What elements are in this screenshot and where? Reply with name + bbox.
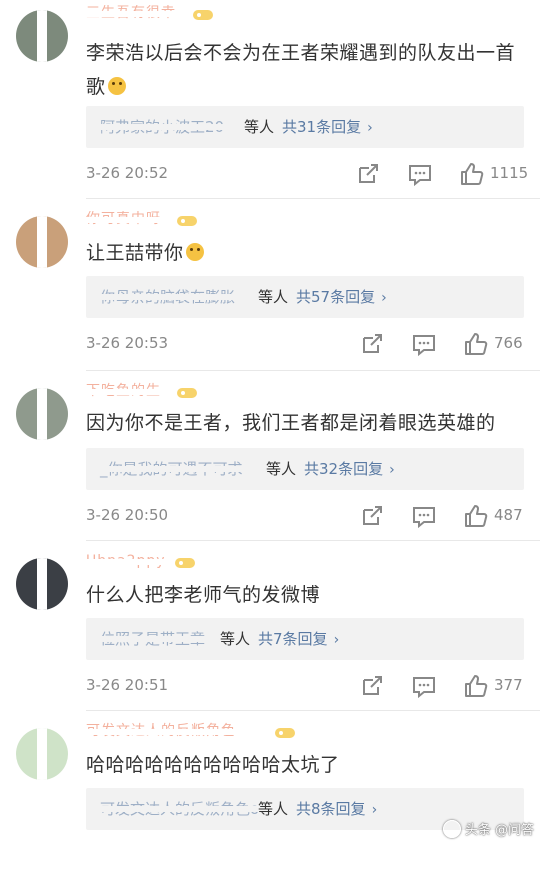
toutiao-logo-icon [442,819,461,838]
comment-item: Uhna2ppy 什么人把李老师气的发微博 位照子是带王章 等人共7条回复› 3… [0,550,540,720]
avatar[interactable] [16,216,68,268]
comment-meta: 3-26 20:53 766 [86,330,526,360]
comment-meta: 3-26 20:52 1115 [86,160,529,190]
reply-count-link[interactable]: 共57条回复 [296,288,375,306]
comment-text: 让王喆带你 [86,236,526,270]
chevron-right-icon: › [389,462,395,478]
reply-names: 可发文达人的反叛角色o [100,788,260,830]
share-icon[interactable] [358,330,386,358]
reply-count-link[interactable]: 共31条回复 [282,118,361,136]
reply-count-link[interactable]: 共32条回复 [304,460,383,478]
comment-meta: 3-26 20:50 487 [86,502,526,532]
like-count: 377 [494,676,523,694]
comment-meta: 3-26 20:51 377 [86,672,526,702]
like-count: 1115 [490,164,529,182]
like-icon[interactable] [458,160,486,188]
avatar[interactable] [16,558,68,610]
reply-names: 你母亲的脑袋在膨胀 [100,276,236,318]
reply-names: 阿弗家的小波工20 [100,106,225,148]
username[interactable]: 三生吾有很幸 [86,2,186,24]
username[interactable]: 可发文达人的反叛角色 [86,720,266,742]
reply-summary[interactable]: 阿弗家的小波工20 等人共31条回复› [86,106,524,148]
username[interactable]: Uhna2ppy [86,550,186,572]
comment-item: 三生吾有很幸 李荣浩以后会不会为在王者荣耀遇到的队友出一首歌 阿弗家的小波工20… [0,2,540,187]
like-icon[interactable] [462,502,490,530]
like-count: 487 [494,506,523,524]
like-icon[interactable] [462,330,490,358]
comment-item: 下吃鱼的生 因为你不是王者，我们王者都是闭着眼选英雄的 _你是我的可遇不可求 等… [0,380,540,550]
comment-item: 可发文达人的反叛角色 哈哈哈哈哈哈哈哈哈哈太坑了 可发文达人的反叛角色o 等人共… [0,720,540,890]
reply-count-link[interactable]: 共7条回复 [258,630,328,648]
avatar[interactable] [16,728,68,780]
share-icon[interactable] [358,672,386,700]
comment-text: 李荣浩以后会不会为在王者荣耀遇到的队友出一首歌 [86,42,516,98]
divider [86,370,540,371]
divider [86,710,540,711]
username[interactable]: 你可真中呀 [86,208,186,230]
comment-item: 你可真中呀 让王喆带你 你母亲的脑袋在膨胀 等人共57条回复› 3-26 20:… [0,208,540,378]
chevron-right-icon: › [367,120,373,136]
vip-badge-icon [177,216,197,226]
username[interactable]: 下吃鱼的生 [86,380,186,402]
chevron-right-icon: › [371,802,378,818]
reply-summary[interactable]: 你母亲的脑袋在膨胀 等人共57条回复› [86,276,524,318]
vip-badge-icon [175,558,195,568]
divider [86,198,540,199]
comment-icon[interactable] [410,672,438,700]
comment-text: 哈哈哈哈哈哈哈哈哈哈太坑了 [86,754,340,776]
divider [86,540,540,541]
comment-text: 什么人把李老师气的发微博 [86,584,321,606]
watermark: 头条 @问答 [442,819,534,838]
comment-icon[interactable] [410,330,438,358]
chevron-right-icon: › [333,632,340,648]
timestamp: 3-26 20:53 [86,334,169,352]
grin-emoji-icon [185,243,204,261]
reply-summary[interactable]: 位照子是带王章 等人共7条回复› [86,618,524,660]
chevron-right-icon: › [381,290,387,306]
avatar[interactable] [16,388,68,440]
comment-icon[interactable] [410,502,438,530]
vip-badge-icon [193,10,213,20]
timestamp: 3-26 20:51 [86,676,169,694]
like-icon[interactable] [462,672,490,700]
comment-icon[interactable] [406,160,434,188]
timestamp: 3-26 20:52 [86,164,169,182]
share-icon[interactable] [358,502,386,530]
vip-badge-icon [177,388,197,398]
avatar[interactable] [16,10,68,62]
like-count: 766 [494,334,523,352]
reply-count-link[interactable]: 共8条回复 [296,800,366,818]
vip-badge-icon [275,728,295,738]
reply-names: _你是我的可遇不可求 [100,448,243,490]
reply-names: 位照子是带王章 [100,618,206,660]
timestamp: 3-26 20:50 [86,506,169,524]
share-icon[interactable] [354,160,382,188]
comment-text: 因为你不是王者，我们王者都是闭着眼选英雄的 [86,412,496,434]
reply-summary[interactable]: _你是我的可遇不可求 等人共32条回复› [86,448,524,490]
doge-emoji-icon [107,77,126,95]
